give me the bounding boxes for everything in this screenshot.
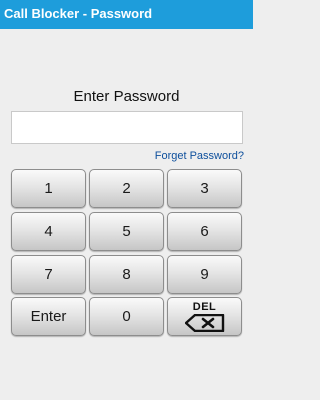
enter-button[interactable]: Enter [11,297,86,336]
key-1[interactable]: 1 [11,169,86,208]
delete-label: DEL [192,300,217,313]
key-9[interactable]: 9 [167,255,242,294]
forgot-password-link[interactable]: Forget Password? [155,150,244,162]
title-bar: Call Blocker - Password [0,0,253,29]
key-7[interactable]: 7 [11,255,86,294]
delete-button-content: DEL [184,300,225,332]
backspace-icon [184,313,225,332]
key-2[interactable]: 2 [89,169,164,208]
key-4[interactable]: 4 [11,212,86,251]
app-title: Call Blocker - Password [4,6,153,21]
password-input[interactable] [11,111,243,144]
delete-button[interactable]: DEL [167,297,242,336]
key-5[interactable]: 5 [89,212,164,251]
key-8[interactable]: 8 [89,255,164,294]
password-prompt: Enter Password [73,88,180,105]
key-6[interactable]: 6 [167,212,242,251]
key-3[interactable]: 3 [167,169,242,208]
key-0[interactable]: 0 [89,297,164,336]
